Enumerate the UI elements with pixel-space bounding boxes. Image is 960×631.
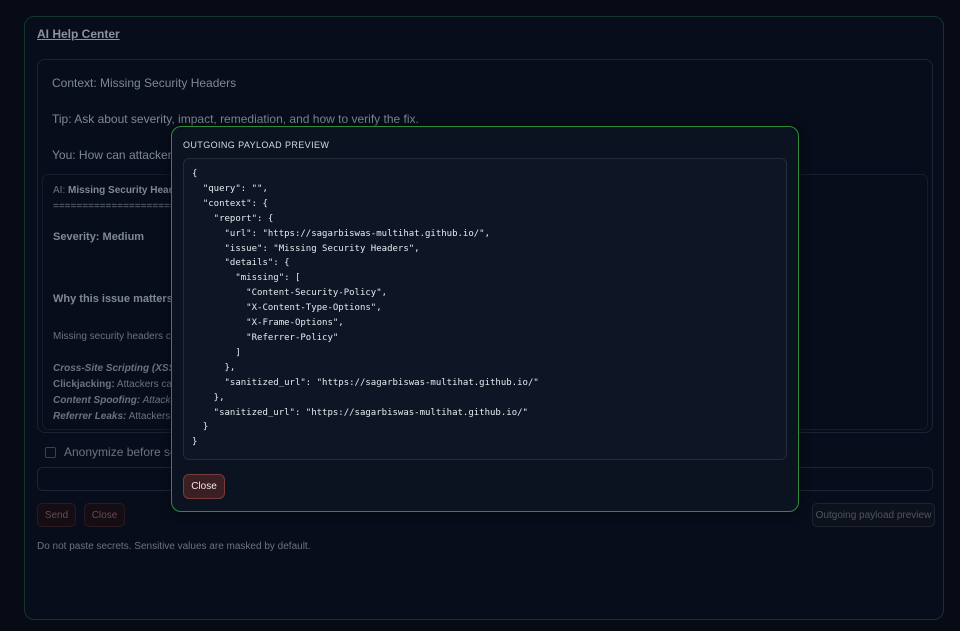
ai-response-title: Missing Security Heade	[68, 185, 181, 196]
panel-title[interactable]: AI Help Center	[37, 27, 120, 41]
modal-title: OUTGOING PAYLOAD PREVIEW	[183, 140, 330, 150]
close-button[interactable]: Close	[84, 503, 125, 527]
clickjacking-line: Clickjacking: Attackers can	[53, 379, 178, 390]
referrer-line: Referrer Leaks: Attackers c	[53, 411, 178, 422]
xss-term: Cross-Site Scripting (XSS):	[53, 363, 182, 374]
why-heading: Why this issue matters	[53, 293, 173, 305]
footer-note: Do not paste secrets. Sensitive values a…	[37, 541, 311, 552]
tip-line: Tip: Ask about severity, impact, remedia…	[52, 112, 419, 126]
payload-code-block: { "query": "", "context": { "report": { …	[183, 158, 787, 460]
clickjacking-term: Clickjacking:	[53, 379, 115, 390]
missing-line: Missing security headers ca	[53, 331, 177, 342]
context-line: Context: Missing Security Headers	[52, 76, 237, 90]
spoofing-line: Content Spoofing: Attacker	[53, 395, 179, 406]
severity-line: Severity: Medium	[53, 231, 145, 243]
payload-preview-button[interactable]: Outgoing payload preview	[812, 503, 935, 527]
user-message: You: How can attackers t	[52, 148, 185, 162]
anonymize-row[interactable]: Anonymize before sen	[45, 445, 183, 459]
modal-close-button[interactable]: Close	[183, 474, 225, 499]
payload-json: { "query": "", "context": { "report": { …	[192, 169, 539, 448]
anonymize-checkbox[interactable]	[45, 446, 56, 458]
send-button[interactable]: Send	[37, 503, 76, 527]
spoofing-term: Content Spoofing:	[53, 395, 141, 406]
ai-response-header: AI: Missing Security Heade	[53, 185, 180, 196]
clickjacking-text: Attackers can	[114, 379, 178, 390]
referrer-term: Referrer Leaks:	[53, 411, 127, 422]
anonymize-label: Anonymize before sen	[64, 445, 184, 459]
payload-preview-modal: OUTGOING PAYLOAD PREVIEW { "query": "", …	[171, 126, 799, 512]
ai-prefix: AI:	[53, 185, 69, 196]
